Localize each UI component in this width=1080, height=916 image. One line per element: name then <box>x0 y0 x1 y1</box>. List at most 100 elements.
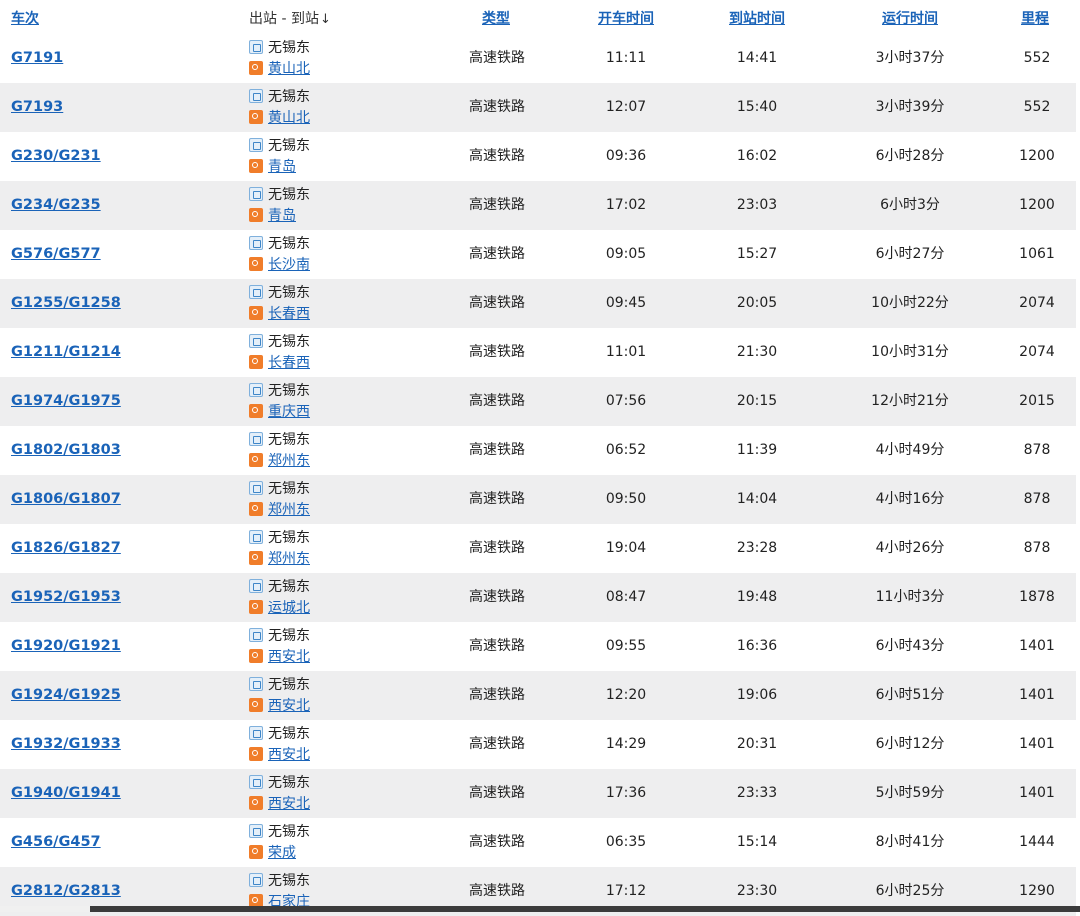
arrival-station-link[interactable]: 荣成 <box>268 845 296 861</box>
arrival-station-link[interactable]: 郑州东 <box>268 453 310 469</box>
table-row: G456/G457 无锡东 荣成 高速铁路 06:35 15:14 8小时41分 1444 <box>0 818 1076 867</box>
train-number-link[interactable]: G1974/G1975 <box>11 377 121 426</box>
travel-duration: 4小时16分 <box>875 491 945 507</box>
departure-station: 无锡东 <box>249 87 310 107</box>
train-type: 高速铁路 <box>469 736 525 752</box>
arrival-time: 20:15 <box>736 393 778 409</box>
scrollbar-thumb[interactable] <box>90 906 1080 912</box>
departure-time: 09:05 <box>605 246 647 262</box>
departure-station-name: 无锡东 <box>268 628 310 644</box>
station-cell: 无锡东 西安北 <box>249 720 369 769</box>
train-type: 高速铁路 <box>469 393 525 409</box>
arrival-station: 青岛 <box>249 157 296 177</box>
arrival-station-link[interactable]: 长春西 <box>268 306 310 322</box>
departure-station: 无锡东 <box>249 675 310 695</box>
arrival-station-link[interactable]: 郑州东 <box>268 551 310 567</box>
train-number-link[interactable]: G456/G457 <box>11 818 101 867</box>
arrival-station: 西安北 <box>249 696 310 716</box>
arrival-station-link[interactable]: 黄山北 <box>268 61 310 77</box>
train-number-link[interactable]: G234/G235 <box>11 181 101 230</box>
train-number-link[interactable]: G1924/G1925 <box>11 671 121 720</box>
departure-station: 无锡东 <box>249 626 310 646</box>
train-number-link[interactable]: G230/G231 <box>11 132 101 181</box>
train-number-link[interactable]: G1920/G1921 <box>11 622 121 671</box>
table-row: G1826/G1827 无锡东 郑州东 高速铁路 19:04 23:28 4小时26分 878 <box>0 524 1076 573</box>
table-row: G1952/G1953 无锡东 运城北 高速铁路 08:47 19:48 11小时3分 187… <box>0 573 1076 622</box>
departure-station: 无锡东 <box>249 479 310 499</box>
departure-station-name: 无锡东 <box>268 579 310 595</box>
pass-station-icon <box>249 677 263 691</box>
arrival-station-link[interactable]: 青岛 <box>268 159 296 175</box>
departure-time: 06:35 <box>605 834 647 850</box>
train-number-link[interactable]: G1940/G1941 <box>11 769 121 818</box>
header-train-no[interactable]: 车次 <box>11 8 39 28</box>
distance: 1200 <box>1019 148 1055 164</box>
departure-station-name: 无锡东 <box>268 873 310 889</box>
arrival-station-link[interactable]: 西安北 <box>268 649 310 665</box>
departure-station: 无锡东 <box>249 38 310 58</box>
arrival-station-link[interactable]: 重庆西 <box>268 404 310 420</box>
travel-duration: 11小时3分 <box>875 589 945 605</box>
horizontal-scrollbar[interactable] <box>0 906 1080 912</box>
terminal-station-icon <box>249 551 263 565</box>
arrival-station-link[interactable]: 运城北 <box>268 600 310 616</box>
distance: 1401 <box>1019 687 1055 703</box>
train-number-link[interactable]: G576/G577 <box>11 230 101 279</box>
arrival-station-link[interactable]: 长春西 <box>268 355 310 371</box>
arrival-station: 长春西 <box>249 304 310 324</box>
arrival-station-link[interactable]: 长沙南 <box>268 257 310 273</box>
distance: 1200 <box>1019 197 1055 213</box>
arrival-station-link[interactable]: 西安北 <box>268 796 310 812</box>
header-arrival[interactable]: 到站时间 <box>729 8 785 28</box>
distance: 1401 <box>1019 736 1055 752</box>
train-number-link[interactable]: G1932/G1933 <box>11 720 121 769</box>
train-number-link[interactable]: G1802/G1803 <box>11 426 121 475</box>
train-number-link[interactable]: G1952/G1953 <box>11 573 121 622</box>
table-row: G230/G231 无锡东 青岛 高速铁路 09:36 16:02 6小时28分 1200 <box>0 132 1076 181</box>
train-number-link[interactable]: G7191 <box>11 34 63 83</box>
arrival-station-link[interactable]: 西安北 <box>268 747 310 763</box>
arrival-station-link[interactable]: 西安北 <box>268 698 310 714</box>
arrival-station: 郑州东 <box>249 451 310 471</box>
departure-time: 11:11 <box>605 50 647 66</box>
station-cell: 无锡东 荣成 <box>249 818 369 867</box>
header-stations[interactable]: 出站 - 到站↓ <box>249 8 331 28</box>
arrival-time: 23:28 <box>736 540 778 556</box>
departure-time: 06:52 <box>605 442 647 458</box>
travel-duration: 6小时12分 <box>875 736 945 752</box>
train-type: 高速铁路 <box>469 148 525 164</box>
terminal-station-icon <box>249 649 263 663</box>
terminal-station-icon <box>249 796 263 810</box>
train-number-link[interactable]: G1806/G1807 <box>11 475 121 524</box>
arrival-station-link[interactable]: 青岛 <box>268 208 296 224</box>
departure-time: 09:50 <box>605 491 647 507</box>
distance: 552 <box>1023 50 1051 66</box>
departure-station-name: 无锡东 <box>268 824 310 840</box>
travel-duration: 3小时37分 <box>875 50 945 66</box>
train-number-link[interactable]: G1211/G1214 <box>11 328 121 377</box>
departure-station-name: 无锡东 <box>268 383 310 399</box>
header-departure[interactable]: 开车时间 <box>598 8 654 28</box>
arrival-time: 15:14 <box>736 834 778 850</box>
header-type[interactable]: 类型 <box>482 8 510 28</box>
departure-station: 无锡东 <box>249 185 310 205</box>
travel-duration: 6小时27分 <box>875 246 945 262</box>
header-distance[interactable]: 里程 <box>1021 8 1049 28</box>
pass-station-icon <box>249 187 263 201</box>
departure-time: 07:56 <box>605 393 647 409</box>
arrival-station-link[interactable]: 郑州东 <box>268 502 310 518</box>
train-number-link[interactable]: G7193 <box>11 83 63 132</box>
departure-station-name: 无锡东 <box>268 40 310 56</box>
departure-station-name: 无锡东 <box>268 726 310 742</box>
pass-station-icon <box>249 138 263 152</box>
pass-station-icon <box>249 40 263 54</box>
departure-station: 无锡东 <box>249 577 310 597</box>
header-duration[interactable]: 运行时间 <box>882 8 938 28</box>
pass-station-icon <box>249 236 263 250</box>
arrival-station-link[interactable]: 黄山北 <box>268 110 310 126</box>
train-number-link[interactable]: G1826/G1827 <box>11 524 121 573</box>
table-row: G7193 无锡东 黄山北 高速铁路 12:07 15:40 3小时39分 552 <box>0 83 1076 132</box>
pass-station-icon <box>249 873 263 887</box>
train-number-link[interactable]: G1255/G1258 <box>11 279 121 328</box>
train-type: 高速铁路 <box>469 99 525 115</box>
